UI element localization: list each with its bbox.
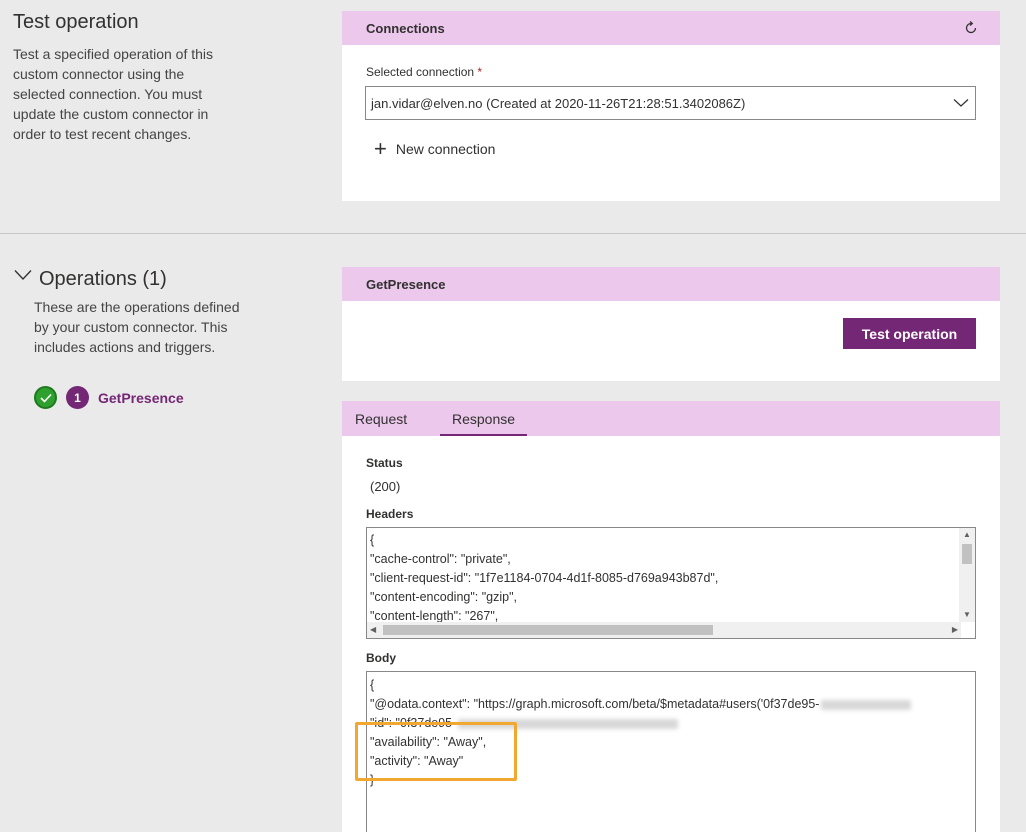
- headers-line: {: [370, 533, 375, 547]
- redacted-text: [821, 699, 912, 710]
- headers-horizontal-scrollbar[interactable]: ◀ ▶: [367, 622, 961, 638]
- body-label: Body: [366, 651, 396, 665]
- scroll-right-arrow-icon[interactable]: ▶: [952, 626, 958, 634]
- headers-label: Headers: [366, 507, 414, 521]
- success-check-icon: [34, 386, 57, 409]
- chevron-down-icon: [953, 98, 969, 108]
- headers-vertical-scrollbar[interactable]: ▲ ▼: [959, 528, 975, 622]
- selected-connection-dropdown[interactable]: jan.vidar@elven.no (Created at 2020-11-2…: [365, 86, 976, 120]
- tab-response[interactable]: Response: [440, 401, 528, 436]
- connections-header: Connections: [342, 11, 1000, 45]
- headers-vertical-scroll-thumb[interactable]: [962, 544, 972, 564]
- operations-collapse-toggle[interactable]: [14, 269, 32, 281]
- required-mark: *: [477, 65, 483, 79]
- connections-card: Connections Selected connection * jan.vi…: [342, 11, 1000, 201]
- tab-response-label: Response: [452, 410, 516, 427]
- operation-item-getpresence[interactable]: 1 GetPresence: [34, 386, 184, 409]
- headers-line: "content-length": "267",: [370, 609, 499, 623]
- test-operation-button[interactable]: Test operation: [843, 318, 976, 349]
- getpresence-header-label: GetPresence: [366, 276, 446, 292]
- status-value: (200): [370, 479, 401, 494]
- headers-line: "cache-control": "private",: [370, 552, 511, 566]
- headers-line: "content-encoding": "gzip",: [370, 590, 518, 604]
- request-response-tabs: Request Response: [342, 401, 1000, 436]
- headers-textarea[interactable]: { "cache-control": "private", "client-re…: [366, 527, 976, 639]
- section-divider: [0, 233, 1026, 234]
- chevron-down-icon: [14, 269, 32, 281]
- headers-horizontal-scroll-thumb[interactable]: [383, 625, 713, 635]
- operation-number-badge: 1: [66, 386, 89, 409]
- availability-highlight-box: [355, 722, 517, 781]
- operations-title: Operations (1): [39, 268, 167, 290]
- tab-request[interactable]: Request: [355, 401, 407, 436]
- connections-header-label: Connections: [366, 20, 445, 36]
- plus-icon: +: [374, 136, 387, 161]
- body-line-odata: "@odata.context": "https://graph.microso…: [370, 697, 912, 711]
- scroll-down-arrow-icon[interactable]: ▼: [963, 611, 971, 619]
- test-operation-title: Test operation: [13, 11, 139, 33]
- operations-description: These are the operations defined by your…: [34, 299, 240, 355]
- test-operation-description: Test a specified operation of this custo…: [13, 46, 214, 142]
- refresh-icon[interactable]: [964, 21, 978, 35]
- scroll-up-arrow-icon[interactable]: ▲: [963, 531, 971, 539]
- headers-line: "client-request-id": "1f7e1184-0704-4d1f…: [370, 571, 719, 585]
- operation-name: GetPresence: [98, 389, 184, 406]
- getpresence-header: GetPresence: [342, 267, 1000, 301]
- selected-connection-label: Selected connection *: [366, 65, 483, 79]
- new-connection-label: New connection: [395, 141, 496, 157]
- getpresence-card: GetPresence Test operation: [342, 267, 1000, 381]
- scroll-left-arrow-icon[interactable]: ◀: [370, 626, 376, 634]
- status-label: Status: [366, 456, 403, 470]
- new-connection-button[interactable]: + New connection: [374, 138, 495, 160]
- selected-connection-value: jan.vidar@elven.no (Created at 2020-11-2…: [371, 95, 746, 111]
- body-line: {: [370, 678, 375, 692]
